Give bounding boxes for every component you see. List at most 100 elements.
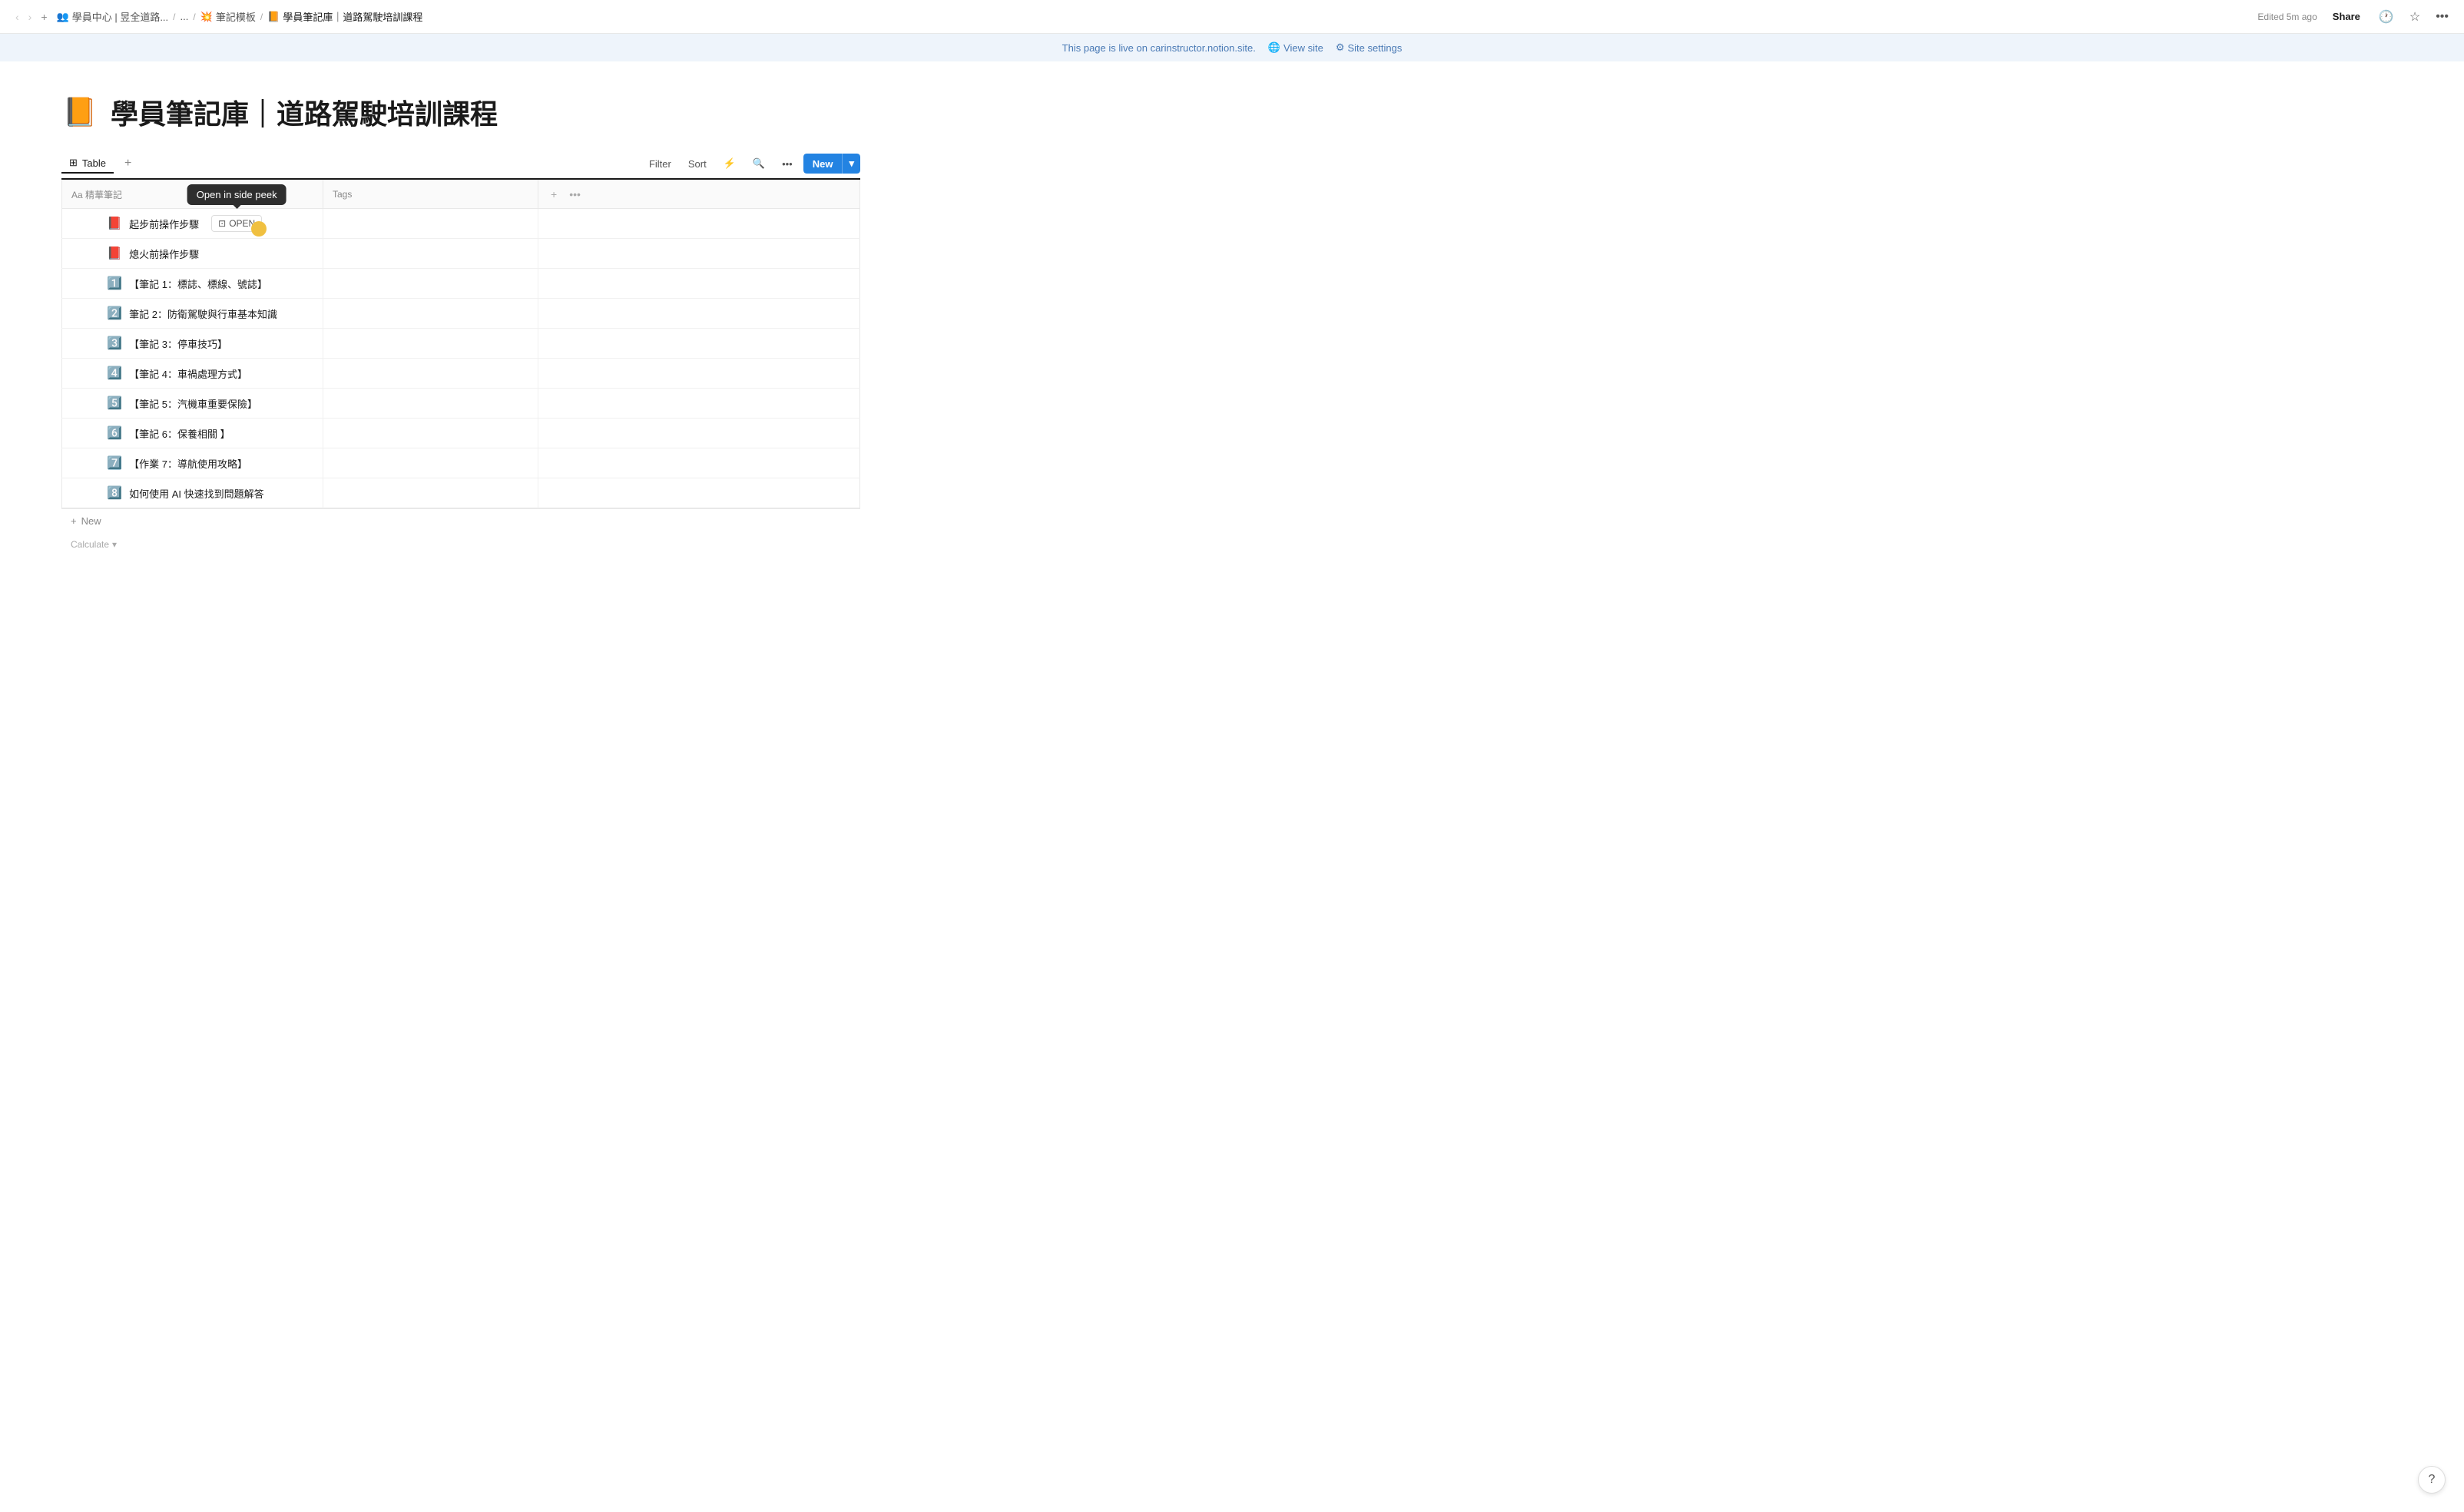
cell-name-5: + ⠿ 4️⃣ 【筆記 4：車禍處理方式】: [62, 359, 323, 389]
new-button-group: New ▾: [803, 154, 860, 174]
cell-name-8: + ⠿ 7️⃣ 【作業 7：導航使用攻略】: [62, 448, 323, 478]
cell-extra-0: [538, 209, 860, 239]
add-row-btn-3[interactable]: +: [71, 306, 84, 321]
col-header-name: Aa 精華筆記: [62, 180, 323, 209]
site-settings-link[interactable]: ⚙ Site settings: [1336, 41, 1402, 54]
add-row-btn-7[interactable]: +: [71, 426, 84, 441]
share-button[interactable]: Share: [2327, 8, 2366, 25]
add-page-button[interactable]: +: [38, 8, 50, 26]
row-icon-0: 📕: [106, 215, 123, 232]
col-options-button[interactable]: •••: [566, 187, 584, 202]
table-row: + ⠿ 📕 起步前操作步驟 Open in side peek ⊡ OPEN: [62, 209, 860, 239]
add-row-btn-4[interactable]: +: [71, 336, 84, 351]
drag-row-btn-2[interactable]: ⠿: [87, 276, 101, 291]
tab-table[interactable]: ⊞ Table: [61, 154, 114, 174]
filter-button[interactable]: Filter: [643, 155, 677, 173]
calculate-row[interactable]: Calculate ▾: [61, 533, 860, 556]
row-icon-8: 7️⃣: [106, 455, 123, 471]
table-icon: ⊞: [69, 157, 78, 169]
drag-row-btn-1[interactable]: ⠿: [87, 246, 101, 261]
add-row-btn-9[interactable]: +: [71, 486, 84, 501]
cell-name-1: + ⠿ 📕 熄火前操作步驟: [62, 239, 323, 269]
row-name-text-4: 【筆記 3：停車技巧】: [129, 336, 227, 351]
cell-name-4: + ⠿ 3️⃣ 【筆記 3：停車技巧】: [62, 329, 323, 359]
add-row-btn-2[interactable]: +: [71, 276, 84, 291]
cell-extra-7: [538, 419, 860, 448]
drag-row-btn-6[interactable]: ⠿: [87, 395, 101, 411]
table-toolbar: ⊞ Table + Filter Sort ⚡ 🔍 ••• New ▾: [61, 154, 860, 178]
row-name-text-9: 如何使用 AI 快速找到問題解答: [129, 486, 264, 501]
cell-name-7: + ⠿ 6️⃣ 【筆記 6：保養相關 】: [62, 419, 323, 448]
history-button[interactable]: 🕐: [2376, 6, 2397, 28]
globe-icon: 🌐: [1268, 41, 1280, 54]
page-title-row: 📙 學員筆記庫｜道路駕駛培訓課程: [61, 92, 860, 132]
drag-row-btn-4[interactable]: ⠿: [87, 336, 101, 351]
new-main-button[interactable]: New: [803, 154, 843, 174]
help-button[interactable]: ?: [2418, 1466, 2446, 1494]
footer-new-label: New: [81, 515, 101, 527]
row-name-text-3: 筆記 2：防衛駕駛與行車基本知識: [129, 306, 277, 321]
table-row: + ⠿ 1️⃣ 【筆記 1：標誌、標線、號誌】: [62, 269, 860, 299]
drag-row-btn-7[interactable]: ⠿: [87, 425, 101, 441]
breadcrumb-item-active[interactable]: 📙 學員筆記庫｜道路駕駛培訓課程: [267, 9, 422, 24]
add-row-btn-8[interactable]: +: [71, 456, 84, 471]
view-site-link[interactable]: 🌐 View site: [1268, 41, 1323, 54]
row-name-text-1: 熄火前操作步驟: [129, 246, 199, 261]
cell-extra-6: [538, 389, 860, 419]
add-row-btn-6[interactable]: +: [71, 396, 84, 411]
page-icon: 📙: [61, 94, 98, 131]
edited-label: Edited 5m ago: [2257, 12, 2317, 22]
cell-tags-4: [323, 329, 538, 359]
open-side-icon: ⊡: [218, 218, 226, 229]
breadcrumb-label-2: ...: [180, 11, 189, 22]
favorite-button[interactable]: ☆: [2406, 6, 2423, 28]
drag-row-btn-5[interactable]: ⠿: [87, 366, 101, 381]
more-button[interactable]: •••: [2433, 7, 2452, 27]
sort-button[interactable]: Sort: [682, 155, 713, 173]
cell-extra-3: [538, 299, 860, 329]
nav-right: Edited 5m ago Share 🕐 ☆ •••: [2257, 6, 2452, 28]
more-options-button[interactable]: •••: [776, 155, 799, 173]
add-row-btn-1[interactable]: +: [71, 246, 84, 261]
cell-tags-0: [323, 209, 538, 239]
cell-tags-8: [323, 448, 538, 478]
add-row-btn-0[interactable]: +: [71, 217, 84, 231]
table-row: + ⠿ 6️⃣ 【筆記 6：保養相關 】: [62, 419, 860, 448]
add-view-button[interactable]: +: [120, 155, 136, 172]
cell-tags-6: [323, 389, 538, 419]
back-button[interactable]: ‹: [12, 8, 22, 26]
col-header-tags: Tags: [323, 180, 538, 209]
breadcrumb-item-1[interactable]: 👥 學員中心 | 昱全道路...: [57, 9, 169, 24]
table-footer-new[interactable]: + New: [61, 508, 860, 533]
cell-name-2: + ⠿ 1️⃣ 【筆記 1：標誌、標線、號誌】: [62, 269, 323, 299]
banner: This page is live on carinstructor.notio…: [0, 34, 2464, 61]
search-button[interactable]: 🔍: [747, 154, 771, 173]
row-name-text-0: 起步前操作步驟: [129, 217, 199, 231]
toolbar-right: Filter Sort ⚡ 🔍 ••• New ▾: [643, 154, 860, 174]
cell-tags-9: [323, 478, 538, 508]
cell-name-3: + ⠿ 2️⃣ 筆記 2：防衛駕駛與行車基本知識: [62, 299, 323, 329]
breadcrumb-item-3[interactable]: 💥 筆記模板: [200, 9, 256, 24]
breadcrumb-item-2[interactable]: ...: [180, 11, 189, 22]
table-row: + ⠿ 4️⃣ 【筆記 4：車禍處理方式】: [62, 359, 860, 389]
row-icon-6: 5️⃣: [106, 395, 123, 412]
cell-name-9: + ⠿ 8️⃣ 如何使用 AI 快速找到問題解答: [62, 478, 323, 508]
add-row-btn-5[interactable]: +: [71, 366, 84, 381]
lightning-button[interactable]: ⚡: [717, 154, 742, 173]
drag-row-btn-3[interactable]: ⠿: [87, 306, 101, 321]
new-dropdown-button[interactable]: ▾: [842, 154, 860, 174]
drag-row-btn-0[interactable]: ⠿: [87, 216, 101, 231]
table-row: + ⠿ 2️⃣ 筆記 2：防衛駕駛與行車基本知識: [62, 299, 860, 329]
breadcrumb-label-1: 學員中心 | 昱全道路...: [72, 9, 168, 24]
view-site-label: View site: [1283, 42, 1323, 54]
page-title: 學員筆記庫｜道路駕駛培訓課程: [111, 92, 498, 132]
cell-extra-1: [538, 239, 860, 269]
drag-row-btn-9[interactable]: ⠿: [87, 485, 101, 501]
add-column-button[interactable]: +: [548, 187, 560, 202]
forward-button[interactable]: ›: [25, 8, 35, 26]
site-settings-label: Site settings: [1348, 42, 1403, 54]
drag-row-btn-8[interactable]: ⠿: [87, 455, 101, 471]
cell-tags-5: [323, 359, 538, 389]
row-icon-1: 📕: [106, 245, 123, 262]
calculate-label: Calculate: [71, 539, 109, 550]
